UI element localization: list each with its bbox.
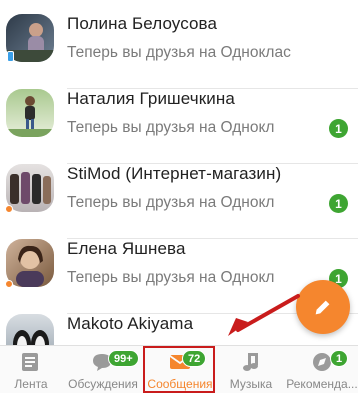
contact-name: Makoto Akiyama xyxy=(67,314,194,333)
discussions-badge: 99+ xyxy=(108,350,139,367)
contact-name: Елена Яшнева xyxy=(67,239,186,258)
contact-name: Наталия Гришечкина xyxy=(67,89,235,108)
message-preview: Теперь вы друзья на Однокл xyxy=(67,119,275,136)
unread-badge: 1 xyxy=(329,194,348,213)
message-preview: Теперь вы друзья на Однокл xyxy=(67,269,275,286)
tab-label: Музыка xyxy=(229,377,273,391)
avatar xyxy=(6,89,54,137)
message-preview: Теперь вы друзья на Однокл xyxy=(67,194,275,211)
mobile-presence-icon xyxy=(7,51,14,62)
message-preview: Теперь вы друзья на Одноклас xyxy=(67,44,291,61)
tab-label: Рекоменда... xyxy=(286,377,358,391)
avatar xyxy=(6,164,54,212)
tab-music[interactable]: Музыка xyxy=(216,346,286,393)
unread-badge: 1 xyxy=(329,119,348,138)
recommendations-badge: 1 xyxy=(330,350,349,367)
compose-button[interactable] xyxy=(296,280,350,334)
contact-name: StiMod (Интернет-магазин) xyxy=(67,164,282,183)
annotation-arrow-icon xyxy=(228,294,300,336)
tab-recommendations[interactable]: 1 Рекоменда... xyxy=(286,346,358,393)
tab-feed[interactable]: Лента xyxy=(0,346,62,393)
pencil-icon xyxy=(315,300,330,315)
chat-row[interactable]: Полина Белоусова Теперь вы друзья на Одн… xyxy=(0,14,358,89)
avatar xyxy=(6,239,54,287)
music-icon xyxy=(243,353,258,371)
contact-name: Полина Белоусова xyxy=(67,14,218,33)
tab-discussions[interactable]: 99+ Обсуждения xyxy=(62,346,144,393)
online-indicator-icon xyxy=(5,280,13,288)
feed-icon xyxy=(22,353,38,371)
online-indicator-icon xyxy=(5,205,13,213)
chat-row[interactable]: StiMod (Интернет-магазин) Теперь вы друз… xyxy=(0,164,358,239)
tab-label: Лента xyxy=(14,377,48,391)
chat-row[interactable]: Наталия Гришечкина Теперь вы друзья на О… xyxy=(0,89,358,164)
highlight-frame xyxy=(143,346,215,393)
tab-label: Обсуждения xyxy=(68,377,138,391)
